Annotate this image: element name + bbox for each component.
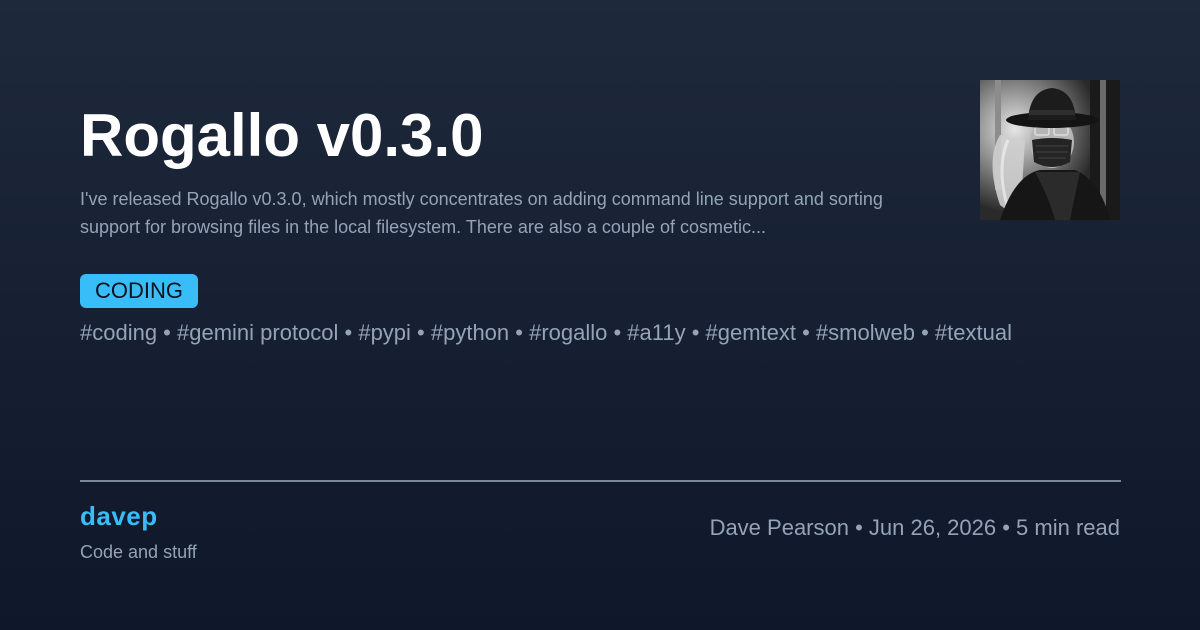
post-meta: Dave Pearson • Jun 26, 2026 • 5 min read <box>709 515 1120 540</box>
site-tagline: Code and stuff <box>80 542 197 562</box>
post-excerpt: I've released Rogallo v0.3.0, which most… <box>80 189 883 237</box>
tag-list[interactable]: #coding • #gemini protocol • #pypi • #py… <box>80 318 1120 348</box>
author-avatar <box>980 80 1120 220</box>
category-badge[interactable]: CODING <box>80 274 198 308</box>
footer-divider <box>80 480 1121 482</box>
avatar-photo-icon <box>980 80 1120 220</box>
post-title: Rogallo v0.3.0 <box>80 102 484 169</box>
site-name[interactable]: davep <box>80 500 158 532</box>
